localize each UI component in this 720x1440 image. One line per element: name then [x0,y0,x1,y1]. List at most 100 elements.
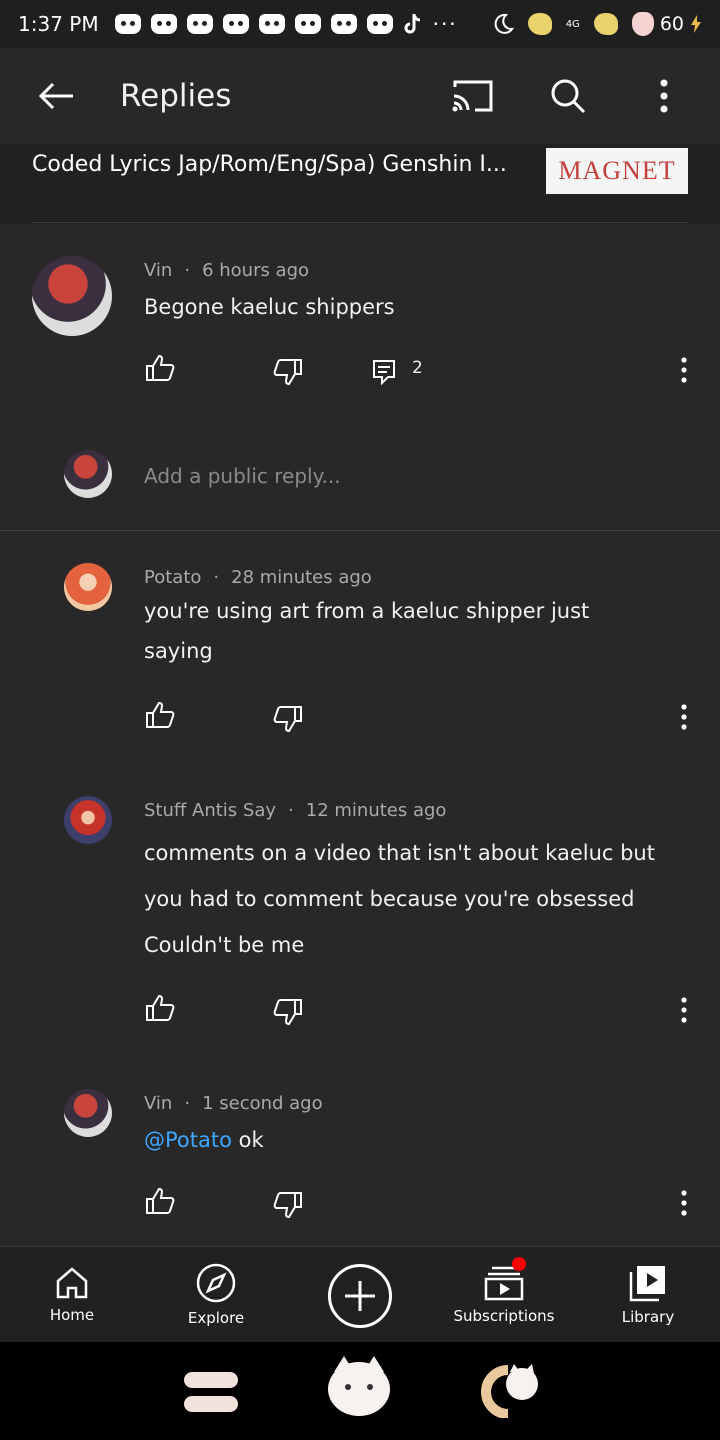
create-button[interactable] [328,1264,392,1328]
search-button[interactable] [544,72,592,120]
nav-label: Library [621,1308,675,1326]
avatar[interactable] [64,563,112,611]
discord-icon [258,14,285,34]
explore-compass-icon [196,1263,236,1303]
comment-author[interactable]: Vin [144,260,172,281]
thumbs-up-icon [146,354,175,381]
like-button[interactable] [140,988,180,1028]
thumbs-down-icon [273,706,302,733]
back-arrow-icon [38,82,73,110]
divider [32,222,688,223]
search-icon [551,79,586,114]
more-vert-icon [681,997,687,1023]
nav-library[interactable]: Library [608,1247,688,1343]
comment-text: @Potato ok [144,1117,264,1163]
home-button[interactable] [328,1356,390,1418]
thumbs-down-icon [273,999,302,1026]
comment-icon [373,360,395,385]
comment-more-button[interactable] [664,990,704,1030]
cast-icon [452,80,493,112]
meta-separator: · [184,260,191,281]
notification-icons: ··· [114,12,458,36]
mention-link[interactable]: @Potato [144,1128,232,1152]
reply-count: 2 [412,358,423,378]
comment-more-button[interactable] [664,697,704,737]
more-vert-icon [681,357,687,383]
more-vert-icon [681,704,687,730]
avatar[interactable] [64,796,112,844]
discord-icon [330,14,357,34]
comment-author[interactable]: Potato [144,567,201,588]
comment-time: 28 minutes ago [231,567,372,588]
duck-icon [593,13,618,35]
more-notifications-icon: ··· [432,12,458,36]
nav-label: Home [49,1306,95,1324]
nav-label: Subscriptions [453,1307,555,1325]
meta-separator: · [184,1093,191,1114]
nav-subscriptions[interactable]: Subscriptions [446,1247,562,1343]
like-button[interactable] [140,695,180,735]
video-thumbnail[interactable]: MAGNET [546,148,688,194]
dislike-button[interactable] [268,992,308,1032]
status-time: 1:37 PM [18,12,99,36]
cast-button[interactable] [448,72,496,120]
like-button[interactable] [140,348,180,388]
thumbs-down-icon [273,1192,302,1219]
discord-icon [294,14,321,34]
like-button[interactable] [140,1181,180,1221]
reply-comment: Vin · 1 second ago @Potato ok [0,1057,720,1245]
thumbs-down-icon [273,359,302,386]
comment-time: 1 second ago [202,1093,323,1114]
plus-icon [345,1281,375,1311]
comment-line: you had to comment because you're obsess… [144,887,635,911]
comment-line: saying [144,639,213,663]
comment-line: you're using art from a kaeluc shipper j… [144,599,590,623]
comment-line: Couldn't be me [144,933,305,957]
page-title: Replies [120,78,232,114]
avatar[interactable] [64,1089,112,1137]
charging-icon [691,15,701,33]
nav-home[interactable]: Home [32,1247,112,1343]
comment-author[interactable]: Vin [144,1093,172,1114]
video-header[interactable]: Coded Lyrics Jap/Rom/Eng/Spa) Genshin I.… [0,144,720,224]
comment-meta: Stuff Antis Say · 12 minutes ago [144,800,446,821]
comment-more-button[interactable] [664,350,704,390]
dislike-button[interactable] [268,1185,308,1225]
comment-author[interactable]: Stuff Antis Say [144,800,276,821]
nav-explore[interactable]: Explore [176,1247,256,1343]
comment-time: 12 minutes ago [305,800,447,821]
paw-battery-icon [631,12,654,36]
comment-time: 6 hours ago [202,260,310,281]
back-system-button[interactable] [478,1362,540,1419]
comment-meta: Vin · 1 second ago [144,1093,323,1114]
more-vert-icon [660,79,668,113]
back-button[interactable] [32,72,80,120]
recent-apps-button[interactable] [180,1362,242,1418]
home-icon [56,1267,88,1299]
bottom-nav: Home Explore Subscriptions Library [0,1246,720,1342]
thumbs-up-icon [146,701,175,728]
comment-more-button[interactable] [664,1183,704,1223]
system-nav-bar [0,1342,720,1440]
discord-icon [222,14,249,34]
discord-icon [114,14,141,34]
meta-separator: · [288,800,294,821]
battery-indicator: 60 [631,12,702,36]
cat-home-icon [328,1356,390,1416]
duck-icon [527,13,552,35]
discord-icon [366,14,393,34]
reply-comment: Stuff Antis Say · 12 minutes ago comments … [0,764,720,1064]
avatar[interactable] [32,256,112,336]
dislike-button[interactable] [268,352,308,392]
comment-line: comments on a video that isn't about kae… [144,841,655,865]
battery-level: 60 [659,13,684,35]
recents-icon [184,1396,238,1412]
cat-back-icon [481,1364,538,1419]
reply-input[interactable]: Add a public reply... [144,464,341,488]
reply-button[interactable] [364,352,404,392]
comment-text: Begone kaeluc shippers [144,295,395,319]
dislike-button[interactable] [268,699,308,739]
more-options-button[interactable] [640,72,688,120]
discord-icon [186,14,213,34]
comment-body: ok [231,1128,264,1152]
